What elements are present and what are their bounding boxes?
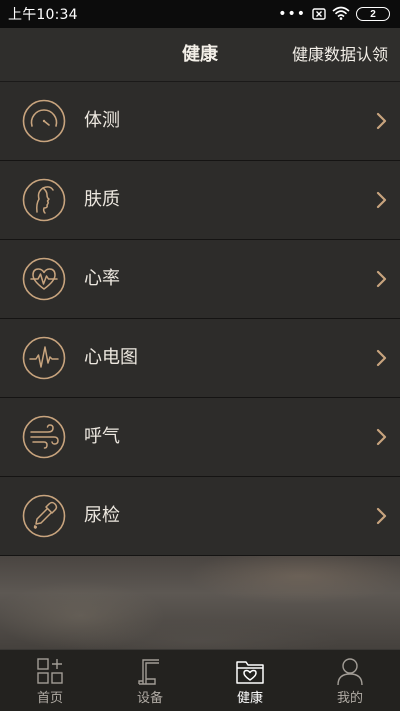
list-item-label: 尿检: [84, 505, 120, 526]
nav-item-health[interactable]: 健康: [200, 650, 300, 711]
nav-label: 我的: [336, 691, 363, 706]
health-data-claim-button[interactable]: 健康数据认领: [292, 28, 388, 81]
dropper-icon: [22, 494, 66, 538]
chevron-right-icon: [376, 507, 388, 525]
bottom-nav: 首页 设备 健康 我的: [0, 649, 400, 711]
person-icon: [335, 656, 365, 686]
chevron-right-icon: [376, 349, 388, 367]
nav-item-home[interactable]: 首页: [0, 650, 100, 711]
grid-plus-icon: [35, 656, 65, 686]
status-icons: ••• 2: [278, 5, 390, 24]
list-item-breath[interactable]: 呼气: [0, 398, 400, 477]
nav-item-device[interactable]: 设备: [100, 650, 200, 711]
list-item-label: 心电图: [84, 347, 138, 368]
list-item-label: 心率: [84, 268, 120, 289]
list-item-label: 呼气: [84, 426, 120, 447]
list-item-body-test[interactable]: 体测: [0, 82, 400, 161]
top-header: 健康 健康数据认领: [0, 28, 400, 82]
nav-label: 首页: [36, 691, 63, 706]
chevron-right-icon: [376, 270, 388, 288]
heart-rate-icon: [22, 257, 66, 301]
chevron-right-icon: [376, 191, 388, 209]
chevron-right-icon: [376, 112, 388, 130]
gauge-icon: [22, 99, 66, 143]
sim-off-icon: [312, 5, 326, 24]
background-image: [0, 556, 400, 649]
nav-label: 设备: [136, 691, 163, 706]
list-item-ecg[interactable]: 心电图: [0, 319, 400, 398]
health-function-list: 体测 肤质 心率 心电图 呼气 尿检: [0, 82, 400, 556]
nav-item-mine[interactable]: 我的: [300, 650, 400, 711]
list-item-label: 体测: [84, 110, 120, 131]
notification-dots: •••: [278, 6, 306, 22]
health-folder-icon: [235, 656, 265, 686]
ecg-icon: [22, 336, 66, 380]
device-icon: [135, 656, 165, 686]
list-item-heart-rate[interactable]: 心率: [0, 240, 400, 319]
wifi-icon: [332, 5, 350, 24]
status-time: 上午10:34: [8, 7, 78, 23]
list-item-label: 肤质: [84, 189, 120, 210]
face-profile-icon: [22, 178, 66, 222]
nav-label: 健康: [236, 691, 263, 706]
list-item-skin-quality[interactable]: 肤质: [0, 161, 400, 240]
battery-indicator: 2: [356, 7, 390, 21]
status-bar: 上午10:34 ••• 2: [0, 0, 400, 28]
list-item-urine-test[interactable]: 尿检: [0, 477, 400, 556]
health-screen: 上午10:34 ••• 2 健康 健康数据认领 体测 肤质 心率 心电图 呼气 …: [0, 0, 400, 711]
chevron-right-icon: [376, 428, 388, 446]
wind-icon: [22, 415, 66, 459]
